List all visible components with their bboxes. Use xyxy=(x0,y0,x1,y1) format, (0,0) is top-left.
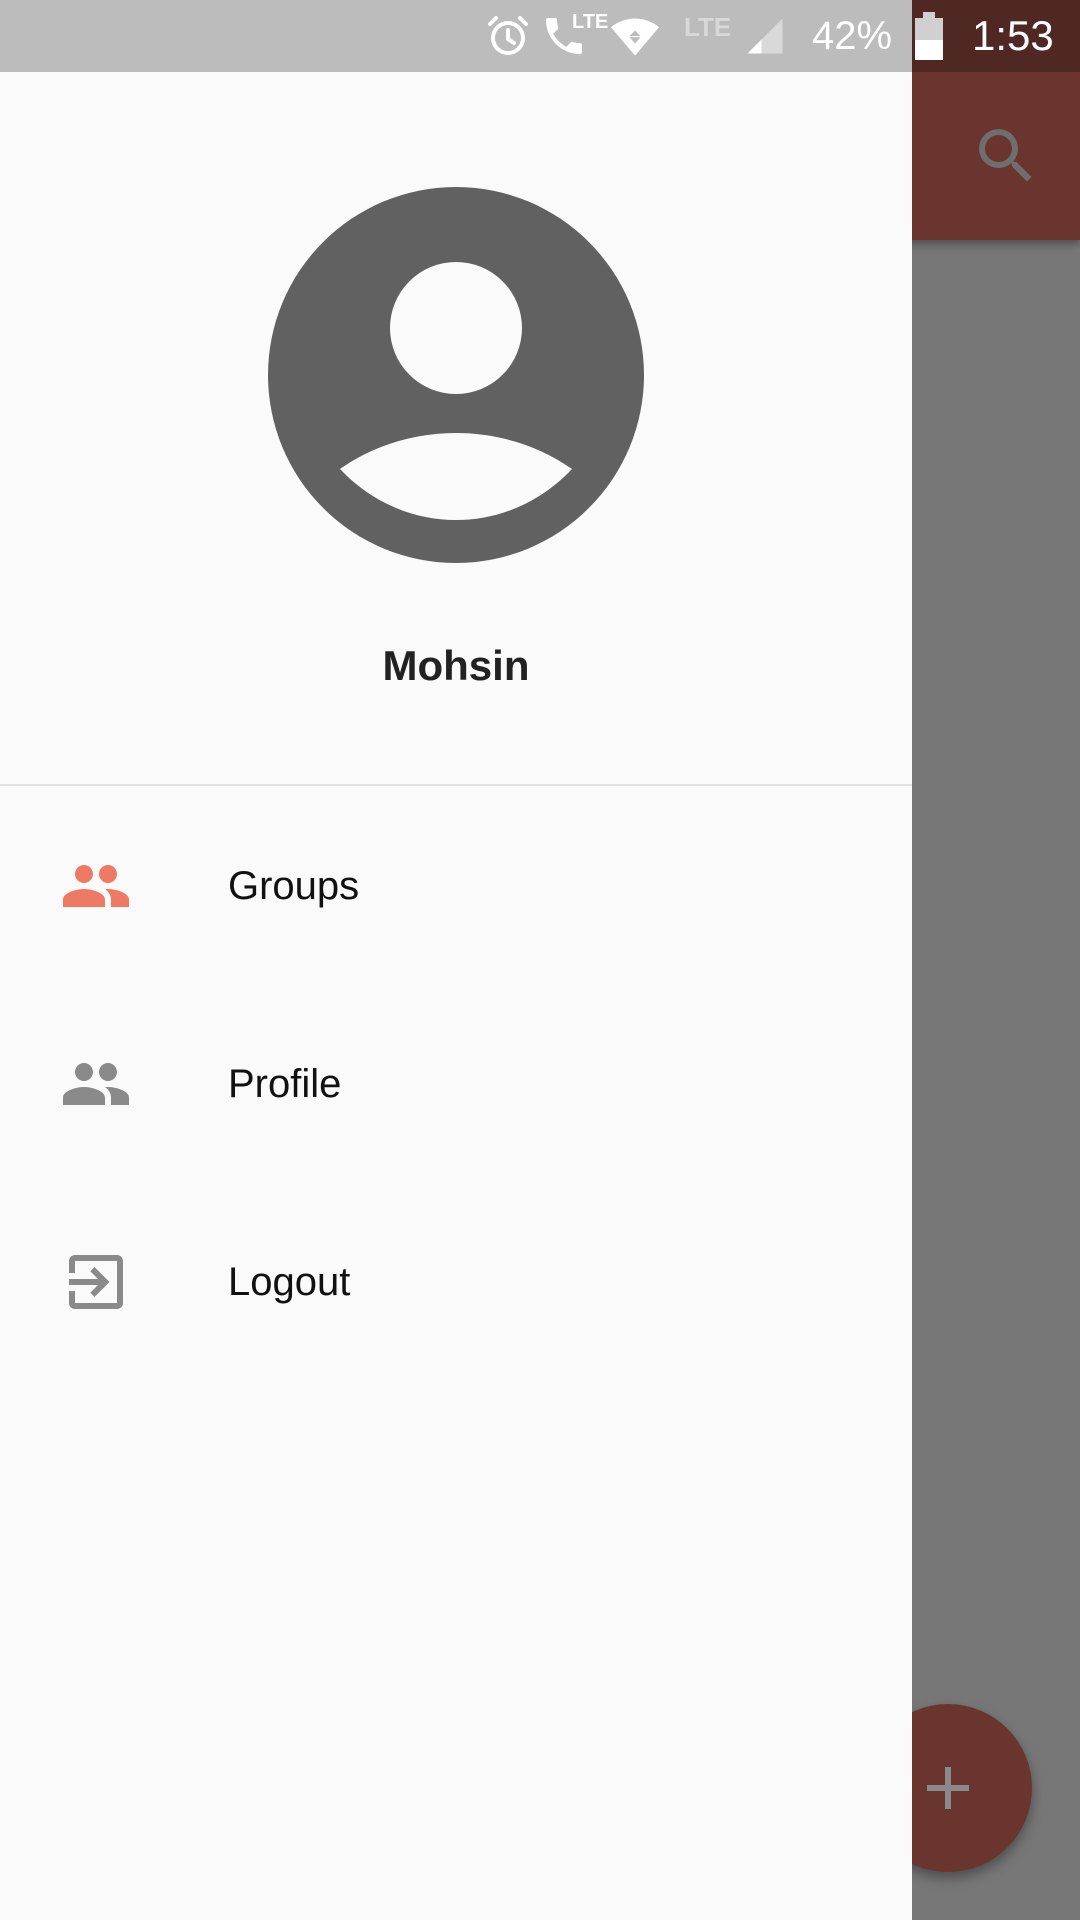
group-icon xyxy=(60,850,132,922)
nav-item-groups[interactable]: Groups xyxy=(0,787,912,985)
alarm-icon xyxy=(484,0,532,72)
plus-icon xyxy=(927,1767,969,1809)
clock: 1:53 xyxy=(972,12,1054,59)
header-divider xyxy=(0,784,912,786)
logout-icon xyxy=(60,1246,132,1318)
nav-item-profile[interactable]: Profile xyxy=(0,985,912,1183)
volte-call-icon: LTE xyxy=(540,0,608,72)
wifi-icon xyxy=(608,0,662,72)
group-icon xyxy=(60,1048,132,1120)
battery-icon xyxy=(914,0,944,72)
account-circle-icon[interactable] xyxy=(268,187,644,563)
battery-percent: 42% xyxy=(812,13,893,58)
nav-item-label: Logout xyxy=(228,1260,351,1304)
navigation-drawer: Mohsin Groups Profile Logout xyxy=(0,72,912,1920)
search-button[interactable] xyxy=(970,120,1042,192)
signal-icon xyxy=(744,0,786,72)
search-icon xyxy=(979,129,1032,182)
network-type-label: LTE xyxy=(684,11,732,42)
status-bar: LTE LTE 42% 1:53 xyxy=(0,0,1080,72)
nav-item-logout[interactable]: Logout xyxy=(0,1183,912,1381)
nav-item-label: Groups xyxy=(228,864,360,908)
call-network-label: LTE xyxy=(572,10,609,33)
user-name: Mohsin xyxy=(382,642,530,689)
screen: LTE LTE 42% 1:53 Mohsin Groups Profile L… xyxy=(0,0,1080,1920)
nav-item-label: Profile xyxy=(228,1062,342,1106)
